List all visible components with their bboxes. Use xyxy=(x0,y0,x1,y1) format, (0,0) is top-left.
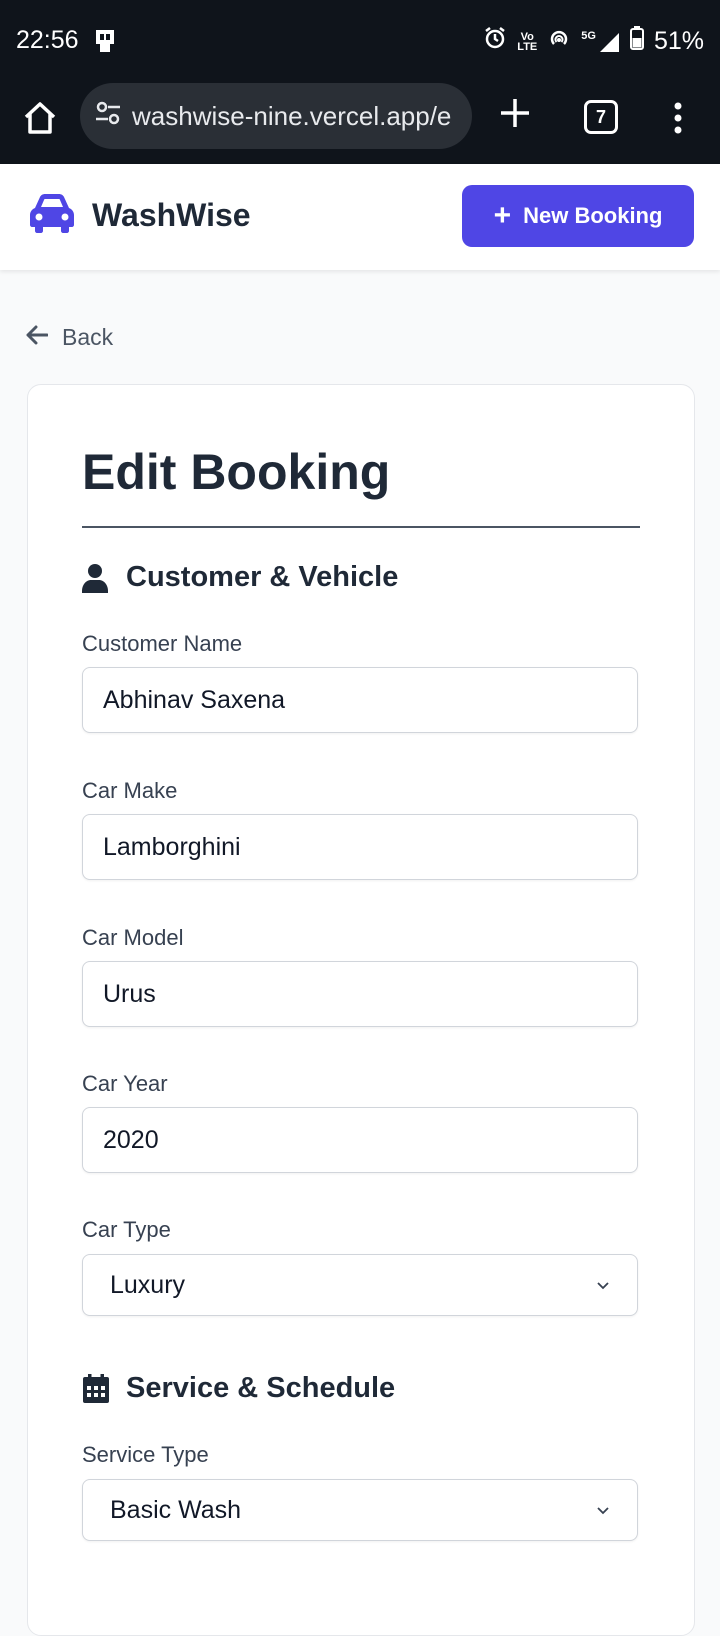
battery-icon xyxy=(629,26,644,57)
chevron-down-icon xyxy=(596,1271,610,1300)
home-icon xyxy=(24,102,56,134)
section-customer-title: Customer & Vehicle xyxy=(126,561,399,593)
arrow-left-icon xyxy=(26,324,49,351)
chevron-down-icon xyxy=(596,1496,610,1525)
back-label: Back xyxy=(62,324,114,350)
tab-switcher-button[interactable]: 7 xyxy=(584,100,618,134)
network-label: 5G xyxy=(581,29,596,42)
hotspot-icon xyxy=(547,26,571,57)
car-make-label: Car Make xyxy=(82,778,178,803)
customer-name-label: Customer Name xyxy=(82,631,243,656)
car-model-label: Car Model xyxy=(82,925,184,950)
signal-icon: 5G xyxy=(581,29,620,53)
alarm-icon xyxy=(483,26,507,57)
volte-icon: Vo LTE xyxy=(517,31,538,53)
service-type-value: Basic Wash xyxy=(110,1495,242,1524)
more-vert-icon xyxy=(674,102,682,134)
car-model-input[interactable]: Urus xyxy=(82,961,638,1027)
car-make-input[interactable]: Lamborghini xyxy=(82,814,638,880)
site-settings-icon[interactable] xyxy=(94,99,122,134)
service-type-select[interactable]: Basic Wash xyxy=(82,1479,638,1541)
home-button[interactable] xyxy=(20,98,64,142)
section-service-title: Service & Schedule xyxy=(126,1372,396,1404)
device-connected-icon xyxy=(92,28,118,59)
car-year-input[interactable]: 2020 xyxy=(82,1107,638,1173)
title-divider xyxy=(82,526,640,528)
new-tab-button[interactable] xyxy=(498,96,532,135)
service-type-label: Service Type xyxy=(82,1442,209,1467)
calendar-icon xyxy=(82,1373,110,1404)
brand[interactable]: WashWise xyxy=(26,192,251,239)
plus-icon xyxy=(501,99,529,127)
user-icon xyxy=(82,563,110,593)
status-time: 22:56 xyxy=(16,26,79,54)
section-service-schedule: Service & Schedule xyxy=(82,1372,395,1405)
car-type-label: Car Type xyxy=(82,1217,171,1242)
url-text: washwise-nine.vercel.app/e xyxy=(132,100,452,131)
car-type-value: Luxury xyxy=(110,1270,186,1299)
brand-name: WashWise xyxy=(92,197,251,233)
app-header: WashWise + New Booking xyxy=(0,164,720,270)
customer-name-input[interactable]: Abhinav Saxena xyxy=(82,667,638,733)
volte-bottom-label: LTE xyxy=(517,40,538,53)
status-bar: 22:56 Vo LTE 5G 51% xyxy=(0,0,720,80)
address-bar[interactable]: washwise-nine.vercel.app/e xyxy=(80,83,472,149)
browser-menu-button[interactable] xyxy=(672,102,684,139)
page-title: Edit Booking xyxy=(82,444,391,500)
back-link[interactable]: Back xyxy=(26,324,113,351)
new-booking-label: New Booking xyxy=(523,203,663,228)
plus-icon: + xyxy=(493,199,512,232)
edit-booking-card: Edit Booking Customer & Vehicle Customer… xyxy=(27,384,695,1636)
new-booking-button[interactable]: + New Booking xyxy=(462,185,694,247)
browser-toolbar: washwise-nine.vercel.app/e 7 xyxy=(0,80,720,164)
car-type-select[interactable]: Luxury xyxy=(82,1254,638,1316)
battery-percent: 51% xyxy=(653,27,704,55)
car-year-label: Car Year xyxy=(82,1071,168,1096)
section-customer-vehicle: Customer & Vehicle xyxy=(82,561,398,594)
car-logo-icon xyxy=(26,192,78,239)
